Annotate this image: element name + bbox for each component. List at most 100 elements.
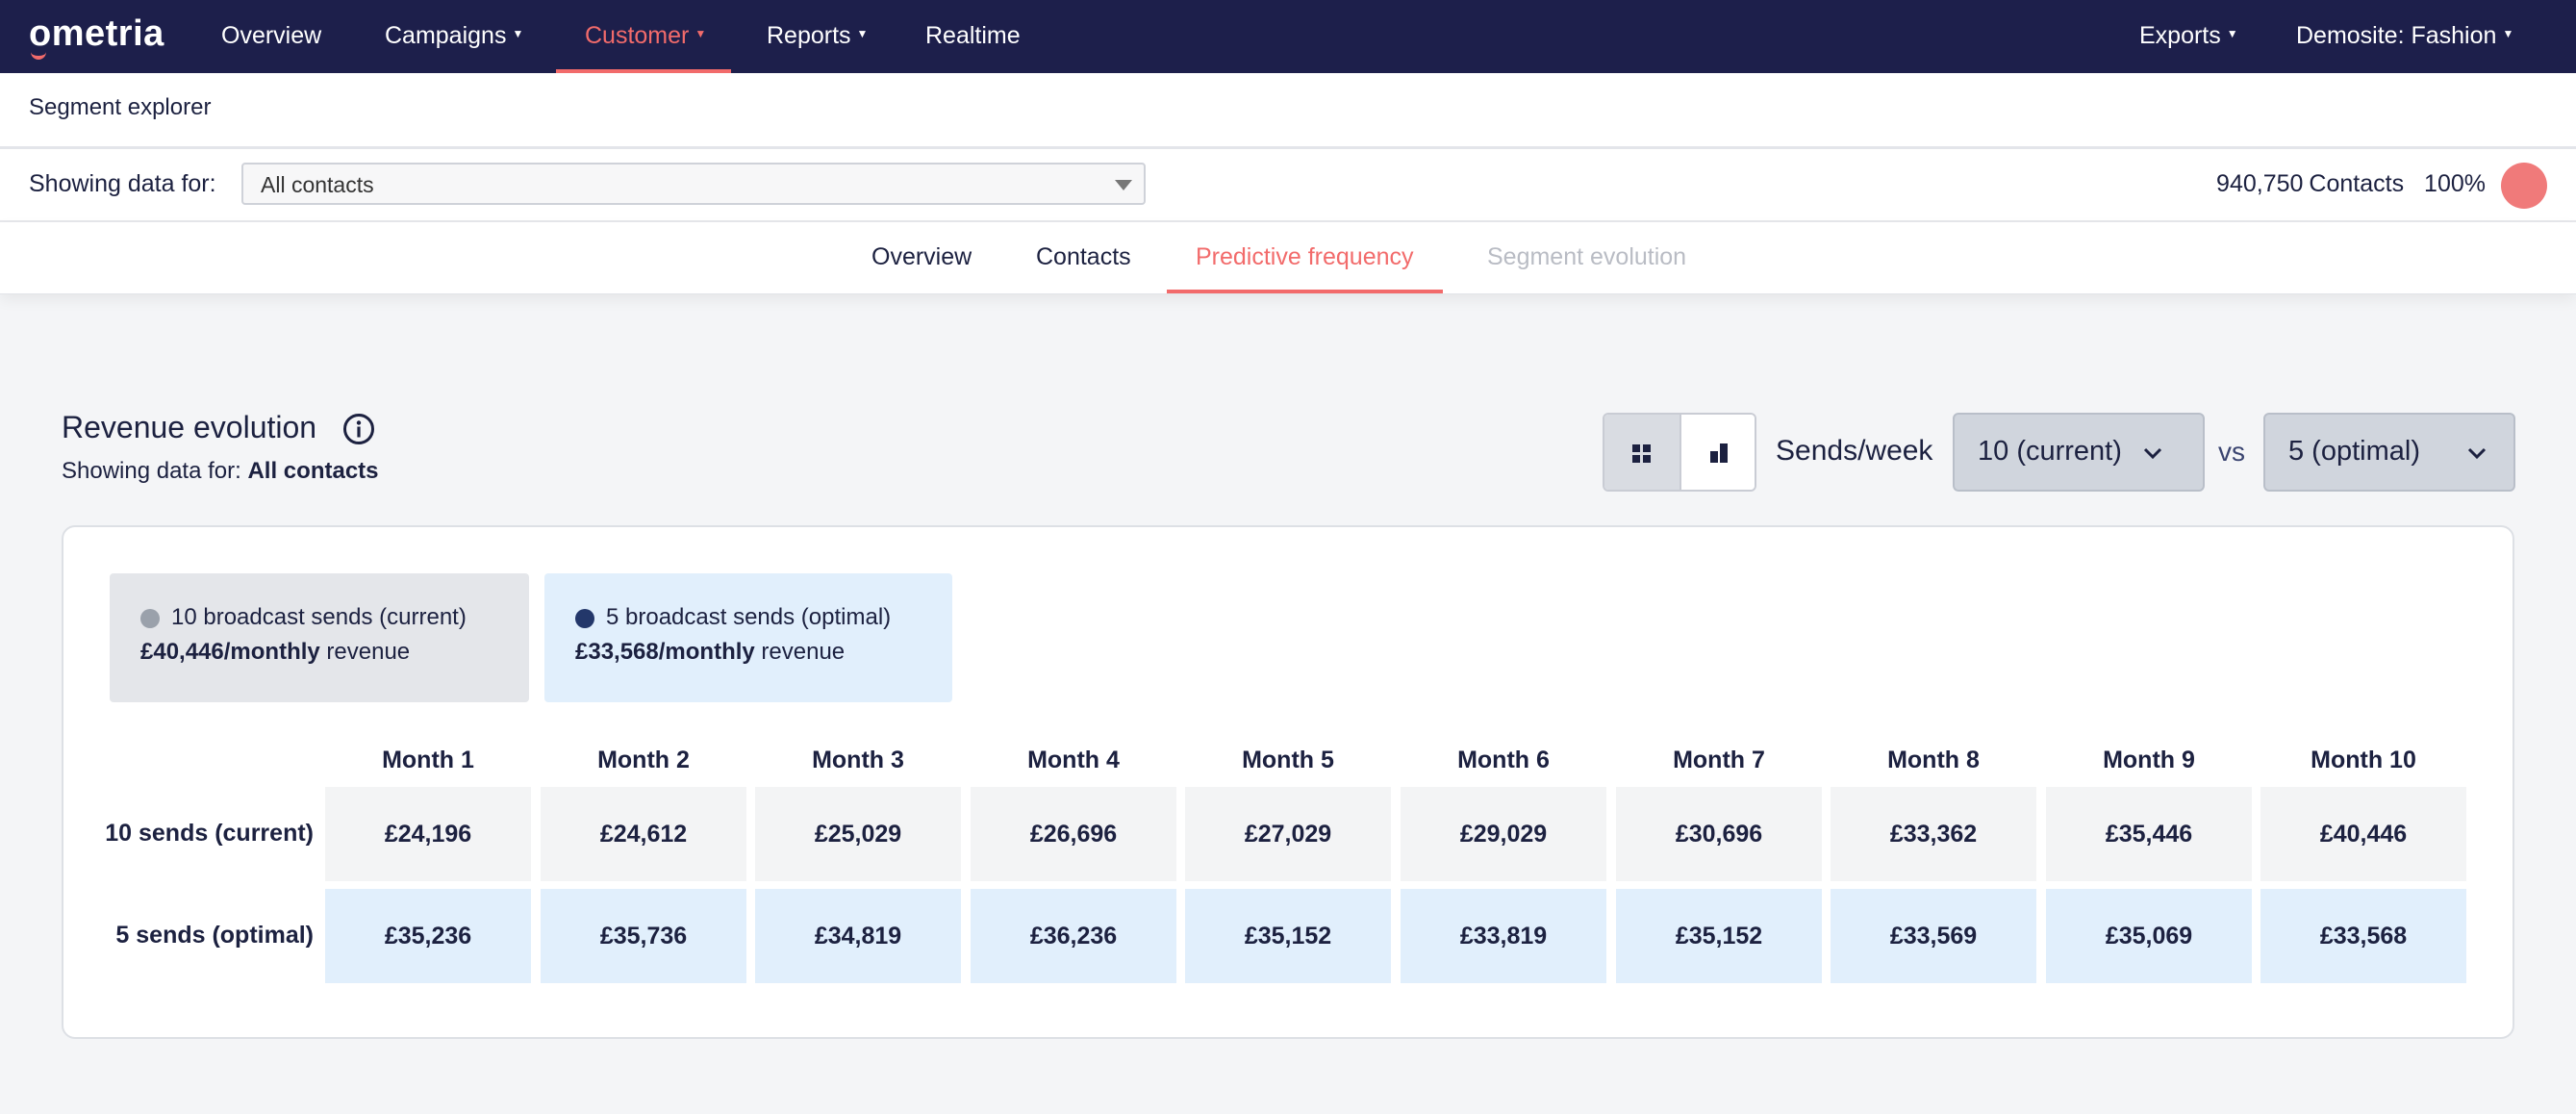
table-cell: £40,446 (2260, 787, 2466, 881)
row-label-current: 10 sends (current) (105, 820, 314, 847)
table-cell: £30,696 (1616, 787, 1822, 881)
nav-item-label: Exports (2139, 22, 2221, 49)
nav-item-campaigns[interactable]: Campaigns ▼ (385, 0, 523, 73)
month-header: Month 6 (1457, 747, 1550, 773)
month-header: Month 9 (2103, 747, 2195, 773)
table-cell: £24,196 (325, 787, 531, 881)
table-cell: £26,696 (971, 787, 1176, 881)
month-header: Month 1 (382, 747, 474, 773)
legend-optimal-revenue-suffix: revenue (761, 639, 846, 665)
table-cell: £35,069 (2046, 889, 2252, 983)
section-subtitle: Showing data for: All contacts (62, 458, 379, 485)
month-header: Month 4 (1027, 747, 1120, 773)
contacts-word: Contacts (2309, 170, 2405, 197)
tab-predictive-frequency[interactable]: Predictive frequency (1167, 222, 1442, 293)
contacts-count: 940,750 (2216, 170, 2304, 197)
revenue-evolution-card: 10 broadcast sends (current) £40,446/mon… (62, 525, 2514, 1039)
page-header: Segment explorer (0, 73, 2576, 149)
tab-bar: Overview Contacts Predictive frequency S… (0, 222, 2576, 294)
month-header: Month 7 (1673, 747, 1765, 773)
table-cell: £35,736 (541, 889, 746, 983)
table-cell: £24,612 (541, 787, 746, 881)
nav-item-label: Realtime (925, 22, 1021, 49)
tab-contacts[interactable]: Contacts (1036, 222, 1131, 293)
grid-icon (1632, 444, 1651, 463)
current-sends-dropdown[interactable]: 10 (current) (1953, 413, 2205, 492)
status-indicator (2501, 163, 2547, 209)
row-label-optimal: 5 sends (optimal) (115, 922, 314, 949)
tab-segment-evolution: Segment evolution (1487, 243, 1687, 270)
nav-item-overview[interactable]: Overview (221, 0, 321, 73)
chevron-down-icon (2143, 447, 2162, 460)
sends-per-week-label: Sends/week (1776, 435, 1933, 467)
nav-item-exports[interactable]: Exports ▼ (2139, 0, 2238, 73)
section-title: Revenue evolution (62, 410, 317, 444)
chevron-down-icon (2467, 447, 2487, 460)
legend-optimal-revenue: £33,568/monthly revenue (575, 639, 845, 666)
logo-smile-mark (31, 48, 46, 60)
nav-item-label: Demosite: Fashion (2296, 22, 2497, 49)
table-cell: £33,568 (2260, 889, 2466, 983)
nav-item-realtime[interactable]: Realtime (925, 0, 1021, 73)
top-navigation-bar: ometria Overview Campaigns ▼ Customer ▼ Re… (0, 0, 2576, 73)
page-title: Segment explorer (29, 94, 212, 120)
caret-down-icon: ▼ (2502, 27, 2514, 41)
contacts-percent: 100% (2424, 170, 2486, 197)
month-header: Month 3 (812, 747, 904, 773)
legend-current-revenue-suffix: revenue (326, 639, 411, 665)
chart-view-button[interactable] (1681, 415, 1755, 490)
bar-chart-icon (1710, 443, 1728, 463)
table-cell: £34,819 (755, 889, 961, 983)
info-icon[interactable] (342, 413, 375, 445)
legend-dot-current (140, 609, 160, 628)
legend-optimal-revenue-value: £33,568/monthly (575, 639, 755, 665)
month-header: Month 5 (1242, 747, 1334, 773)
table-cell: £36,236 (971, 889, 1176, 983)
nav-item-customer[interactable]: Customer ▼ (555, 0, 732, 73)
segment-select[interactable]: All contacts (241, 163, 1146, 205)
caret-down-icon: ▼ (695, 27, 707, 41)
table-cell: £27,029 (1185, 787, 1391, 881)
table-cell: £33,569 (1831, 889, 2036, 983)
table-cell: £25,029 (755, 787, 961, 881)
month-header: Month 8 (1887, 747, 1980, 773)
section-subtitle-value: All contacts (247, 458, 379, 484)
legend-current-name: 10 broadcast sends (current) (171, 604, 467, 630)
nav-item-label: Overview (221, 22, 322, 49)
nav-item-account-switcher[interactable]: Demosite: Fashion ▼ (2296, 0, 2513, 73)
nav-item-reports[interactable]: Reports ▼ (767, 0, 868, 73)
table-cell: £35,236 (325, 889, 531, 983)
legend-current: 10 broadcast sends (current) £40,446/mon… (110, 573, 529, 702)
ometria-logo[interactable]: ometria (29, 13, 164, 55)
contacts-summary: 940,750 Contacts 100% (2210, 170, 2486, 198)
table-view-button[interactable] (1604, 415, 1681, 490)
current-sends-value: 10 (current) (1978, 436, 2122, 467)
caret-down-icon (1115, 180, 1132, 190)
legend-optimal-name: 5 broadcast sends (optimal) (606, 604, 892, 630)
month-header: Month 2 (597, 747, 690, 773)
legend-dot-optimal (575, 609, 594, 628)
versus-label: vs (2218, 437, 2245, 467)
filter-bar: Showing data for: All contacts 940,750 Co… (0, 149, 2576, 222)
nav-item-label: Campaigns (385, 22, 507, 49)
caret-down-icon: ▼ (856, 27, 869, 41)
table-cell: £33,362 (1831, 787, 2036, 881)
tab-overview[interactable]: Overview (871, 222, 972, 293)
legend-optimal: 5 broadcast sends (optimal) £33,568/mont… (544, 573, 952, 702)
optimal-sends-dropdown[interactable]: 5 (optimal) (2263, 413, 2515, 492)
caret-down-icon: ▼ (512, 27, 524, 41)
optimal-sends-value: 5 (optimal) (2288, 436, 2420, 467)
nav-item-label: Reports (767, 22, 851, 49)
caret-down-icon: ▼ (2226, 27, 2238, 41)
section-subtitle-prefix: Showing data for: (62, 458, 241, 484)
table-cell: £35,152 (1616, 889, 1822, 983)
table-cell: £29,029 (1401, 787, 1606, 881)
nav-item-label: Customer (585, 22, 690, 49)
table-cell: £33,819 (1401, 889, 1606, 983)
table-cell: £35,152 (1185, 889, 1391, 983)
segment-select-value: All contacts (261, 172, 374, 197)
view-toggle (1603, 413, 1756, 492)
legend-current-revenue: £40,446/monthly revenue (140, 639, 410, 666)
legend-current-revenue-value: £40,446/monthly (140, 639, 320, 665)
month-header: Month 10 (2311, 747, 2416, 773)
